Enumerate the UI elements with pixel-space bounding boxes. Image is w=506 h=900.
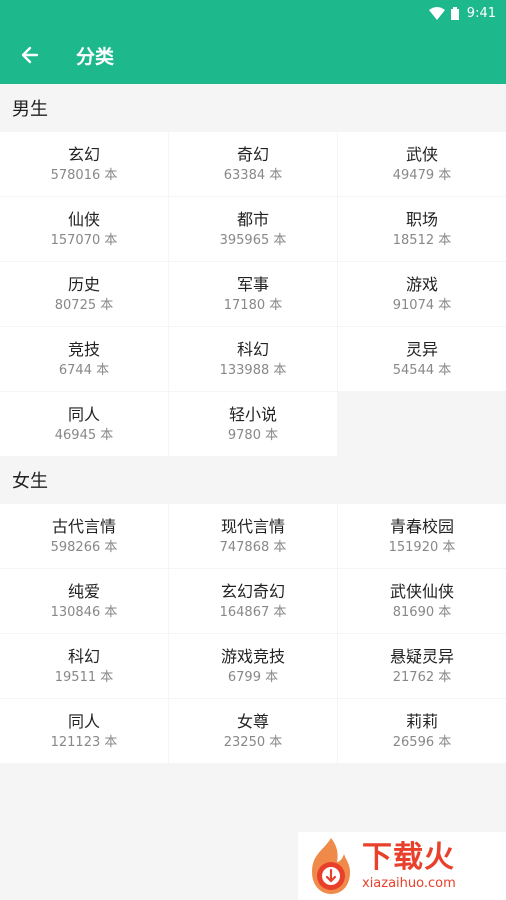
category-count: 164867 本: [219, 604, 287, 620]
category-name: 玄幻奇幻: [220, 581, 285, 601]
category-name: 都市: [236, 209, 269, 229]
status-bar: 9:41: [0, 0, 506, 26]
category-item[interactable]: 玄幻奇幻 164867 本: [169, 569, 337, 633]
category-item[interactable]: 游戏 91074 本: [338, 262, 506, 326]
category-name: 同人: [67, 711, 100, 731]
category-name: 奇幻: [236, 144, 269, 164]
category-count: 23250 本: [223, 734, 283, 750]
watermark-logo: 下载火 xiazaihuo.com: [298, 832, 506, 900]
category-name: 玄幻: [67, 144, 100, 164]
category-name: 纯爱: [67, 581, 100, 601]
category-count: 130846 本: [50, 604, 118, 620]
category-grid-male: 玄幻 578016 本 奇幻 63384 本 武侠 49479 本仙侠 157070 本 都市…: [0, 132, 506, 456]
category-item[interactable]: 同人 121123 本: [0, 699, 168, 763]
category-item[interactable]: 科幻 19511 本: [0, 634, 168, 698]
category-count: 26596 本: [392, 734, 452, 750]
category-item[interactable]: 悬疑灵异 21762 本: [338, 634, 506, 698]
category-item[interactable]: 仙侠 157070 本: [0, 197, 168, 261]
category-name: 职场: [405, 209, 438, 229]
battery-icon: [450, 6, 459, 20]
category-count: 49479 本: [392, 167, 452, 183]
watermark-title: 下载火: [362, 840, 455, 875]
category-item[interactable]: 古代言情 598266 本: [0, 504, 168, 568]
category-count: 91074 本: [392, 297, 452, 313]
page-title: 分类: [76, 45, 115, 68]
category-item[interactable]: 灵异 54544 本: [338, 327, 506, 391]
app-bar: 分类: [0, 26, 506, 84]
status-time: 9:41: [466, 5, 496, 21]
category-name: 现代言情: [220, 516, 285, 536]
category-name: 历史: [67, 274, 100, 294]
category-count: 17180 本: [223, 297, 283, 313]
category-count: 747868 本: [219, 539, 287, 555]
category-name: 竞技: [67, 339, 100, 359]
category-count: 18512 本: [392, 232, 452, 248]
category-name: 武侠: [405, 144, 438, 164]
category-count: 395965 本: [219, 232, 287, 248]
category-name: 同人: [67, 404, 100, 424]
category-name: 莉莉: [405, 711, 438, 731]
category-count: 157070 本: [50, 232, 118, 248]
category-item[interactable]: 玄幻 578016 本: [0, 132, 168, 196]
category-name: 科幻: [236, 339, 269, 359]
category-item[interactable]: 游戏竞技 6799 本: [169, 634, 337, 698]
category-item[interactable]: 历史 80725 本: [0, 262, 168, 326]
watermark-url: xiazaihuo.com: [362, 876, 456, 891]
category-count: 133988 本: [219, 362, 287, 378]
category-item[interactable]: 武侠仙侠 81690 本: [338, 569, 506, 633]
category-name: 灵异: [405, 339, 438, 359]
category-item[interactable]: 军事 17180 本: [169, 262, 337, 326]
category-item[interactable]: 轻小说 9780 本: [169, 392, 337, 456]
category-item[interactable]: 都市 395965 本: [169, 197, 337, 261]
category-name: 女尊: [236, 711, 269, 731]
category-name: 青春校园: [389, 516, 454, 536]
category-count: 63384 本: [223, 167, 283, 183]
category-count: 151920 本: [388, 539, 456, 555]
category-count: 21762 本: [392, 669, 452, 685]
category-count: 578016 本: [50, 167, 118, 183]
category-item[interactable]: 科幻 133988 本: [169, 327, 337, 391]
category-count: 121123 本: [50, 734, 118, 750]
section-header-female: 女生: [12, 471, 48, 492]
category-name: 武侠仙侠: [389, 581, 454, 601]
category-count: 46945 本: [54, 427, 114, 443]
category-count: 19511 本: [54, 669, 114, 685]
category-name: 悬疑灵异: [389, 646, 454, 666]
category-grid-female: 古代言情 598266 本 现代言情 747868 本 青春校园 151920 本纯爱 13…: [0, 504, 506, 763]
category-count: 81690 本: [392, 604, 452, 620]
category-item[interactable]: 职场 18512 本: [338, 197, 506, 261]
category-item[interactable]: 同人 46945 本: [0, 392, 168, 456]
category-item[interactable]: 现代言情 747868 本: [169, 504, 337, 568]
category-name: 轻小说: [228, 404, 277, 424]
category-name: 仙侠: [67, 209, 100, 229]
flame-download-icon: [312, 838, 350, 894]
category-item[interactable]: 纯爱 130846 本: [0, 569, 168, 633]
category-item[interactable]: 女尊 23250 本: [169, 699, 337, 763]
arrow-left-icon: [21, 46, 39, 64]
category-name: 古代言情: [51, 516, 116, 536]
category-item[interactable]: 青春校园 151920 本: [338, 504, 506, 568]
category-count: 9780 本: [227, 427, 279, 443]
category-count: 80725 本: [54, 297, 114, 313]
category-name: 游戏竞技: [220, 646, 285, 666]
category-count: 598266 本: [50, 539, 118, 555]
category-count: 6799 本: [227, 669, 279, 685]
category-item[interactable]: 竞技 6744 本: [0, 327, 168, 391]
category-name: 游戏: [405, 274, 438, 294]
category-item[interactable]: 武侠 49479 本: [338, 132, 506, 196]
category-count: 54544 本: [392, 362, 452, 378]
category-item[interactable]: 奇幻 63384 本: [169, 132, 337, 196]
category-count: 6744 本: [58, 362, 110, 378]
category-name: 科幻: [67, 646, 100, 666]
back-button[interactable]: [0, 26, 60, 84]
category-item[interactable]: 莉莉 26596 本: [338, 699, 506, 763]
wifi-icon: [428, 6, 445, 20]
section-header-male: 男生: [12, 99, 48, 120]
category-name: 军事: [236, 274, 269, 294]
